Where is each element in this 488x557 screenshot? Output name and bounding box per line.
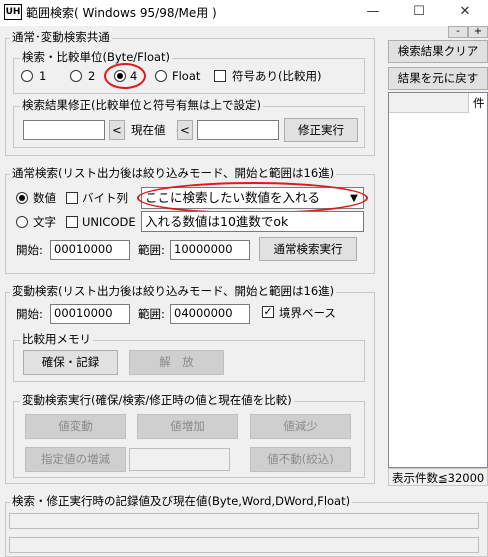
- red-circle-annotation-2: [137, 182, 368, 214]
- list-header-count: 件: [473, 96, 485, 110]
- text-radio-label: 文字: [33, 215, 56, 229]
- numeric-radio-label: 数値: [33, 191, 56, 205]
- unit-radio-2-label: 2: [88, 69, 96, 83]
- unicode-label: UNICODE: [82, 215, 136, 229]
- unicode-checkbox[interactable]: [66, 216, 78, 228]
- variable-range-label: 範囲:: [138, 307, 165, 321]
- value-changed-button[interactable]: 値変動: [25, 414, 126, 439]
- unit-radio-float-label: Float: [172, 69, 201, 83]
- current-value-field: [9, 537, 479, 553]
- specified-delta-input[interactable]: [129, 448, 230, 471]
- recorded-value-field: [9, 513, 479, 529]
- fix-group-title: 検索結果修正(比較単位と符号有無は上で設定): [20, 98, 263, 112]
- variable-range-input[interactable]: 04000000: [170, 304, 250, 324]
- common-group-title: 通常･変動検索共通: [10, 30, 112, 44]
- window-title: 範囲検索( Windows 95/98/Me用 ): [26, 6, 217, 20]
- app-icon: UH: [4, 4, 22, 20]
- normal-start-label: 開始:: [16, 243, 43, 257]
- normal-search-title: 通常検索(リスト出力後は絞り込みモード、開始と範囲は16進): [10, 166, 337, 180]
- unit-radio-float[interactable]: [155, 70, 167, 82]
- text-radio[interactable]: [16, 216, 28, 228]
- current-value-label: 現在値: [131, 123, 166, 137]
- current-value-input[interactable]: [197, 120, 279, 140]
- minimize-button[interactable]: —: [350, 0, 396, 26]
- specified-delta-button[interactable]: 指定値の増減: [25, 447, 126, 472]
- value-increased-button[interactable]: 値増加: [137, 414, 238, 439]
- maximize-button[interactable]: ☐: [396, 0, 442, 26]
- record-values-title: 検索・修正実行時の記録値及び現在値(Byte,Word,DWord,Float): [10, 494, 353, 508]
- boundary-label: 境界ベース: [279, 306, 336, 320]
- value-decreased-button[interactable]: 値減少: [250, 414, 351, 439]
- normal-start-input[interactable]: 00010000: [50, 240, 130, 260]
- memory-group-title: 比較用メモリ: [20, 332, 93, 346]
- minus-button[interactable]: -: [448, 26, 468, 38]
- unit-radio-1[interactable]: [21, 70, 33, 82]
- exec-group-title: 変動検索実行(確保/検索/修正時の値と現在値を比較): [20, 393, 294, 407]
- signed-checkbox-label: 符号あり(比較用): [232, 69, 322, 83]
- title-bar: UH 範囲検索( Windows 95/98/Me用 ) — ☐ ✕: [0, 0, 488, 26]
- variable-search-title: 変動検索(リスト出力後は絞り込みモード、開始と範囲は16進): [10, 284, 337, 298]
- display-count-status: 表示件数≦32000: [392, 471, 485, 485]
- clear-results-button[interactable]: 検索結果クリア: [388, 40, 488, 63]
- release-button[interactable]: 解 放: [129, 350, 224, 375]
- byte-array-checkbox[interactable]: [66, 192, 78, 204]
- variable-start-input[interactable]: 00010000: [50, 304, 130, 324]
- numeric-radio[interactable]: [16, 192, 28, 204]
- list-header-blank: [389, 93, 469, 113]
- status-bar: 表示件数≦32000: [388, 468, 488, 486]
- annotation-text-field[interactable]: 入れる数値は10進数でok: [141, 211, 364, 232]
- red-circle-annotation: [104, 63, 146, 89]
- copy-arrow-button-2[interactable]: <: [177, 120, 193, 140]
- copy-arrow-button-1[interactable]: <: [109, 120, 125, 140]
- apply-fix-button[interactable]: 修正実行: [284, 118, 358, 142]
- unit-radio-1-label: 1: [39, 69, 47, 83]
- results-list[interactable]: 件: [388, 92, 488, 468]
- normal-range-input[interactable]: 10000000: [170, 240, 250, 260]
- boundary-checkbox[interactable]: ✓: [262, 306, 274, 318]
- variable-start-label: 開始:: [16, 307, 43, 321]
- value-unchanged-button[interactable]: 値不動(絞込): [250, 447, 351, 472]
- normal-search-button[interactable]: 通常検索実行: [259, 237, 357, 261]
- restore-results-button[interactable]: 結果を元に戻す: [388, 67, 488, 90]
- fix-new-value-input[interactable]: [23, 120, 105, 140]
- normal-range-label: 範囲:: [138, 243, 165, 257]
- unit-group-title: 検索・比較単位(Byte/Float): [20, 50, 173, 64]
- unit-radio-2[interactable]: [70, 70, 82, 82]
- signed-checkbox[interactable]: [214, 70, 226, 82]
- save-record-button[interactable]: 確保・記録: [23, 350, 118, 375]
- close-button[interactable]: ✕: [442, 0, 488, 26]
- byte-array-label: バイト列: [82, 191, 128, 205]
- plus-button[interactable]: +: [468, 26, 488, 38]
